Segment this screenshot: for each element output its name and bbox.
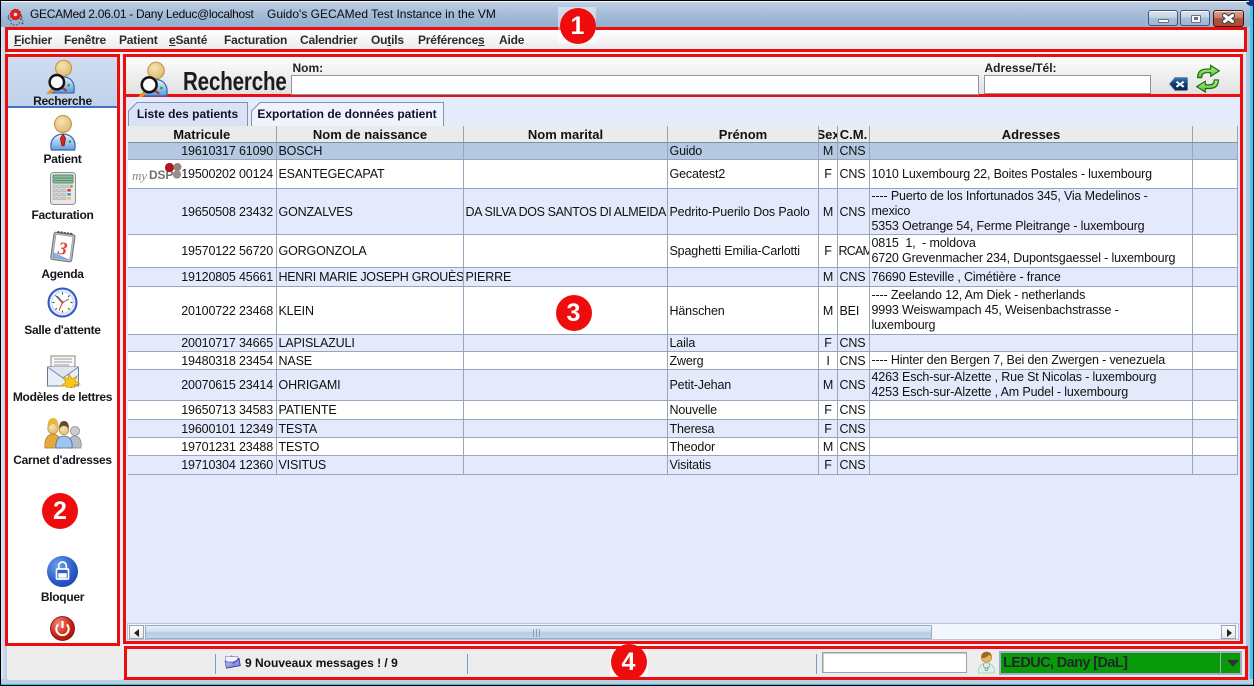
svg-text:my: my [132,168,147,183]
